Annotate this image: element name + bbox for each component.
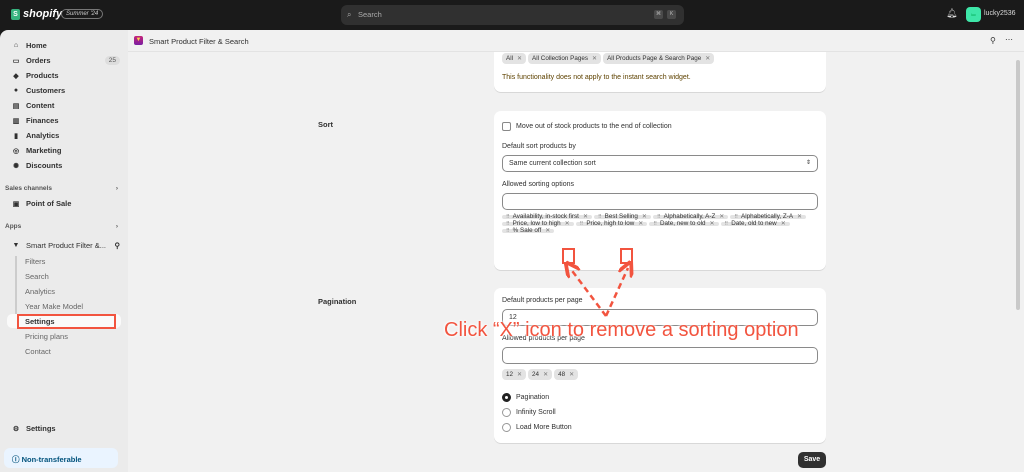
arrow-left <box>570 268 607 317</box>
annotation-text: Click “X” icon to remove a sorting optio… <box>444 319 799 341</box>
annotation-arrows <box>0 0 1024 317</box>
arrow-right <box>604 268 628 317</box>
